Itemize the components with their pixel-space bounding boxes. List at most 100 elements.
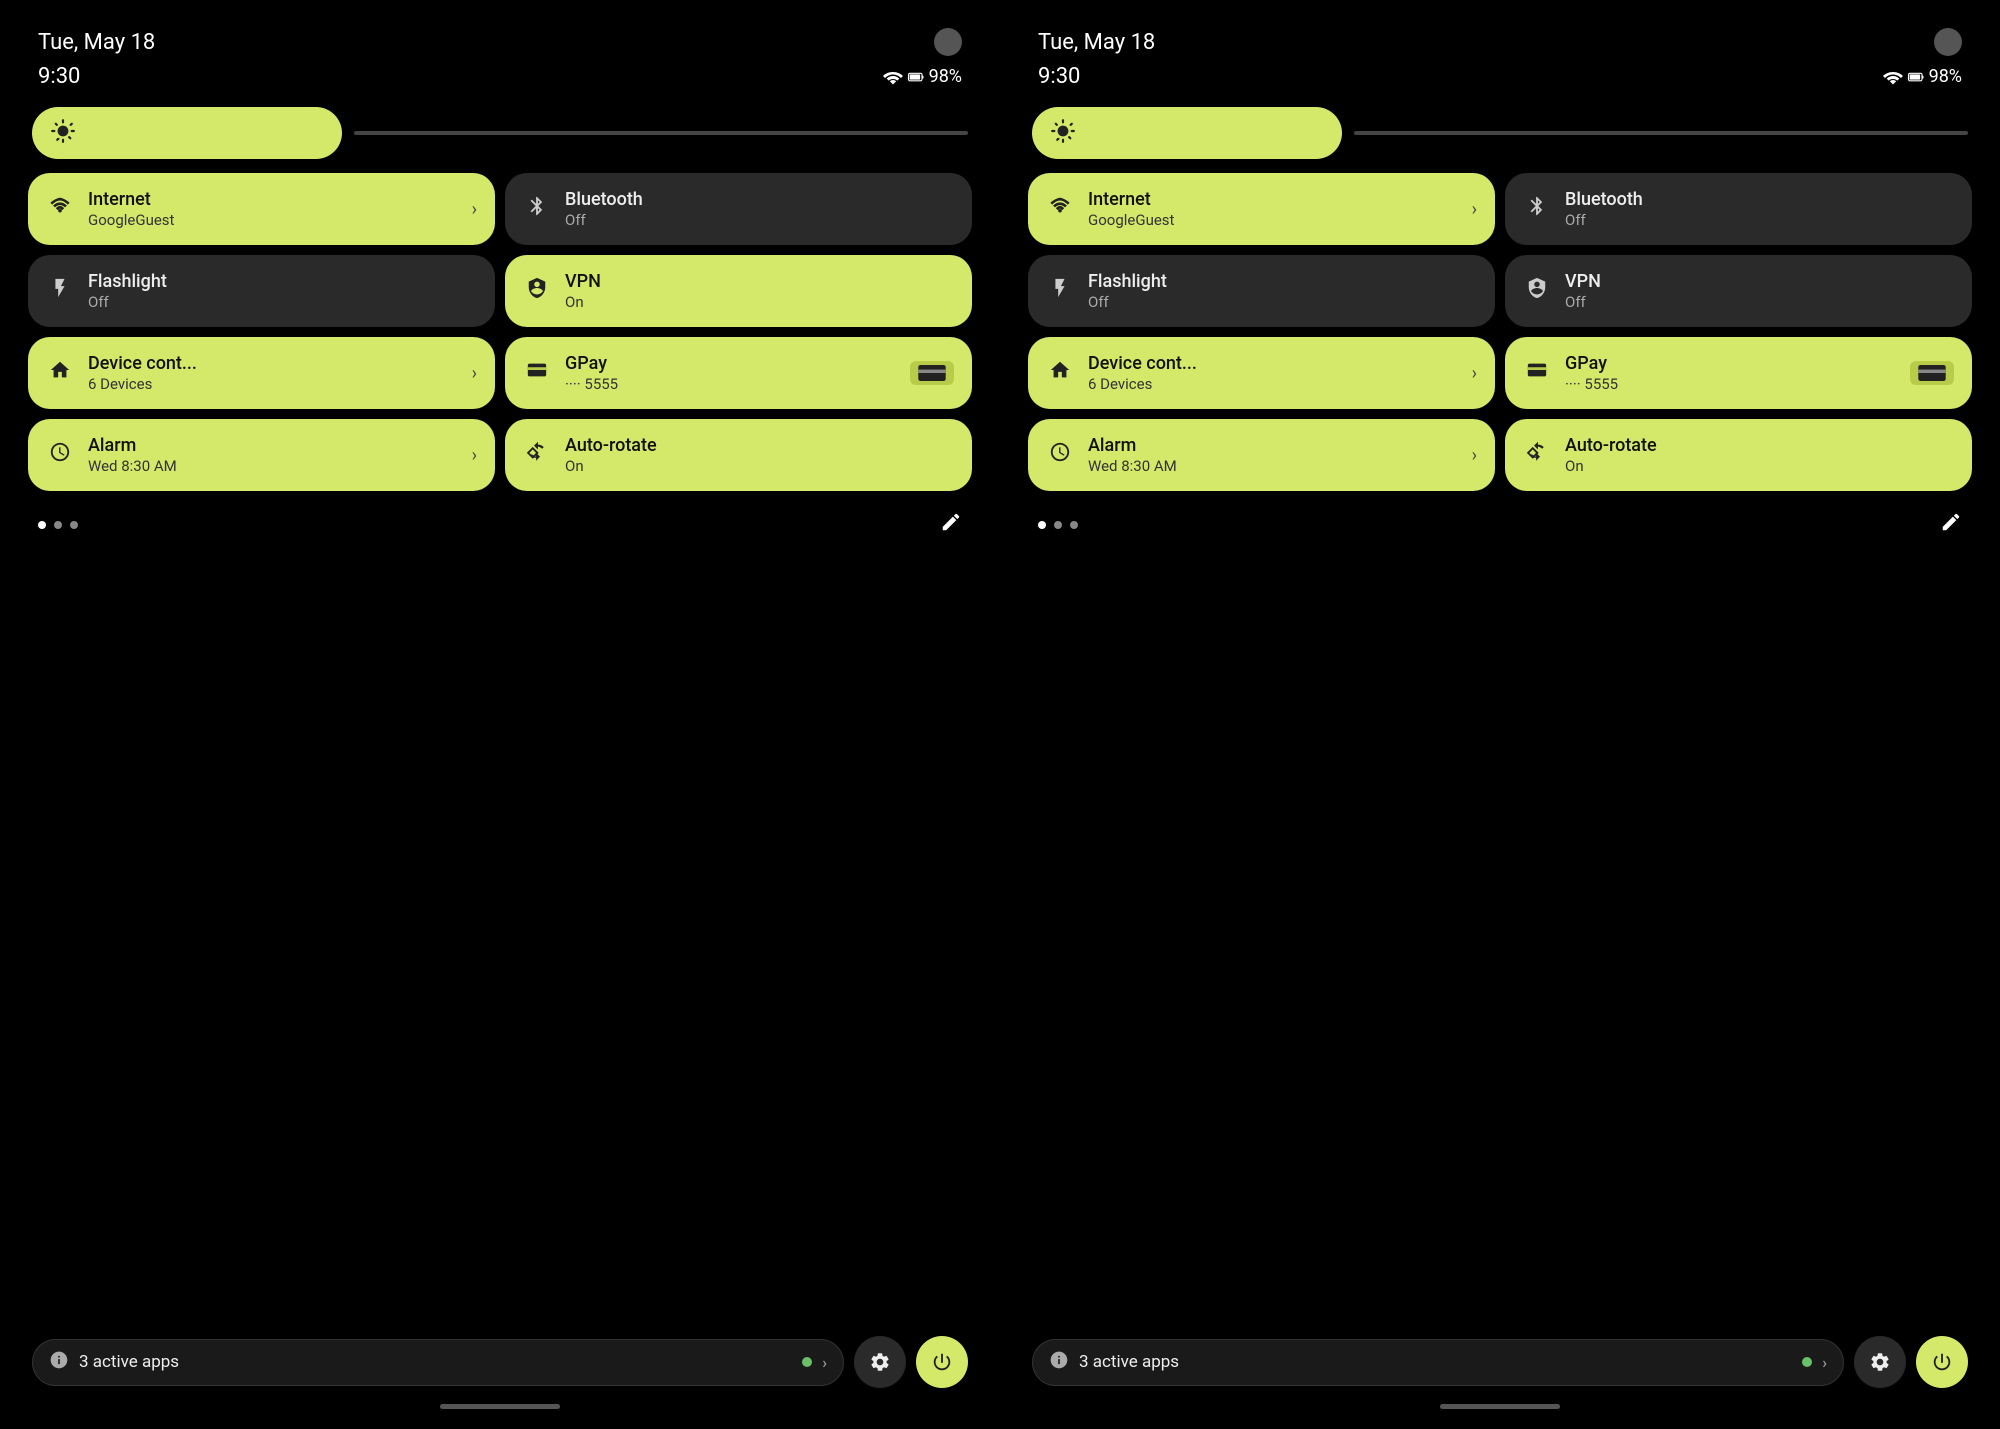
edit-button[interactable] <box>940 511 962 539</box>
tile-flashlight[interactable]: Flashlight Off <box>28 255 495 327</box>
brightness-row <box>1028 107 1972 159</box>
brightness-icon <box>1050 118 1076 148</box>
apps-green-dot <box>802 1357 812 1367</box>
brightness-pill[interactable] <box>32 107 342 159</box>
tile-autorotate[interactable]: Auto-rotate On <box>1505 419 1972 491</box>
device-icon <box>46 359 74 387</box>
pagination-dot-2[interactable] <box>70 521 78 529</box>
brightness-pill[interactable] <box>1032 107 1342 159</box>
gpay-icon <box>523 359 551 387</box>
tile-subtitle: Off <box>88 293 167 311</box>
tile-chevron: › <box>1472 445 1477 466</box>
tile-flashlight[interactable]: Flashlight Off <box>1028 255 1495 327</box>
tile-text: GPay ···· 5555 <box>565 353 618 393</box>
rotate-icon <box>1523 441 1551 469</box>
active-apps-pill[interactable]: 3 active apps › <box>32 1339 844 1386</box>
tile-bluetooth[interactable]: Bluetooth Off <box>505 173 972 245</box>
tile-subtitle: On <box>565 457 657 475</box>
wifi-status-icon <box>883 69 903 85</box>
power-button[interactable] <box>916 1336 968 1388</box>
bottom-actions: 3 active apps › <box>1032 1336 1968 1388</box>
pagination-dot-1[interactable] <box>1054 521 1062 529</box>
pagination-dot-2[interactable] <box>1070 521 1078 529</box>
tile-subtitle: Off <box>565 211 643 229</box>
gpay-card <box>1910 361 1954 385</box>
tile-subtitle: Off <box>1565 211 1643 229</box>
tile-device[interactable]: Device cont... 6 Devices › <box>1028 337 1495 409</box>
tile-title: Internet <box>1088 189 1174 211</box>
status-date: Tue, May 18 <box>38 30 155 55</box>
tile-subtitle: ···· 5555 <box>565 375 618 393</box>
tile-vpn[interactable]: VPN On <box>505 255 972 327</box>
apps-chevron-icon: › <box>822 1353 827 1372</box>
active-apps-text: 3 active apps <box>1079 1352 1792 1372</box>
vpn-icon <box>1523 277 1551 305</box>
tile-text: VPN On <box>565 271 601 311</box>
flashlight-icon <box>1046 277 1074 305</box>
tile-text: Internet GoogleGuest <box>1088 189 1174 229</box>
flashlight-icon <box>46 277 74 305</box>
tile-chevron: › <box>472 199 477 220</box>
tile-vpn[interactable]: VPN Off <box>1505 255 1972 327</box>
device-icon <box>1046 359 1074 387</box>
tile-subtitle: Wed 8:30 AM <box>1088 457 1177 475</box>
tile-title: VPN <box>565 271 601 293</box>
tile-text: GPay ···· 5555 <box>1565 353 1618 393</box>
tile-alarm[interactable]: Alarm Wed 8:30 AM › <box>28 419 495 491</box>
tile-device[interactable]: Device cont... 6 Devices › <box>28 337 495 409</box>
pagination-dot-0[interactable] <box>38 521 46 529</box>
brightness-slider[interactable] <box>354 131 968 135</box>
power-button[interactable] <box>1916 1336 1968 1388</box>
tile-title: Internet <box>88 189 174 211</box>
tile-title: Device cont... <box>88 353 197 375</box>
tile-text: Auto-rotate On <box>1565 435 1657 475</box>
tile-chevron: › <box>472 445 477 466</box>
info-icon <box>49 1350 69 1375</box>
brightness-slider[interactable] <box>1354 131 1968 135</box>
bottom-actions: 3 active apps › <box>32 1336 968 1388</box>
pagination-dots-row <box>28 505 972 545</box>
tile-title: GPay <box>1565 353 1618 375</box>
brightness-icon <box>50 118 76 148</box>
tile-bluetooth[interactable]: Bluetooth Off <box>1505 173 1972 245</box>
active-apps-pill[interactable]: 3 active apps › <box>1032 1339 1844 1386</box>
settings-button[interactable] <box>854 1336 906 1388</box>
pagination-dot-1[interactable] <box>54 521 62 529</box>
status-bar: Tue, May 18 <box>28 20 972 56</box>
tile-autorotate[interactable]: Auto-rotate On <box>505 419 972 491</box>
tile-internet[interactable]: Internet GoogleGuest › <box>1028 173 1495 245</box>
bluetooth-icon <box>523 195 551 223</box>
tile-gpay[interactable]: GPay ···· 5555 <box>505 337 972 409</box>
bluetooth-icon <box>1523 195 1551 223</box>
panel-left: Tue, May 18 9:30 98% <box>0 0 1000 1429</box>
bottom-bar: 3 active apps › <box>1028 1336 1972 1409</box>
camera-indicator <box>934 28 962 56</box>
tile-gpay[interactable]: GPay ···· 5555 <box>1505 337 1972 409</box>
tile-text: Bluetooth Off <box>565 189 643 229</box>
tile-title: Device cont... <box>1088 353 1197 375</box>
tile-text: Auto-rotate On <box>565 435 657 475</box>
wifi-status-icon <box>1883 69 1903 85</box>
tile-alarm[interactable]: Alarm Wed 8:30 AM › <box>1028 419 1495 491</box>
tile-text: Device cont... 6 Devices <box>88 353 197 393</box>
tile-title: VPN <box>1565 271 1601 293</box>
status-time: 9:30 <box>38 64 80 89</box>
tile-title: Auto-rotate <box>565 435 657 457</box>
tile-subtitle: On <box>1565 457 1657 475</box>
panel-right: Tue, May 18 9:30 98% <box>1000 0 2000 1429</box>
edit-button[interactable] <box>1940 511 1962 539</box>
info-icon <box>1049 1350 1069 1375</box>
status-bar: Tue, May 18 <box>1028 20 1972 56</box>
rotate-icon <box>523 441 551 469</box>
tile-text: Flashlight Off <box>88 271 167 311</box>
tile-text: Flashlight Off <box>1088 271 1167 311</box>
settings-button[interactable] <box>1854 1336 1906 1388</box>
tile-internet[interactable]: Internet GoogleGuest › <box>28 173 495 245</box>
tile-text: Alarm Wed 8:30 AM <box>1088 435 1177 475</box>
tile-subtitle: GoogleGuest <box>88 211 174 229</box>
tile-title: Alarm <box>1088 435 1177 457</box>
pagination-dot-0[interactable] <box>1038 521 1046 529</box>
tile-subtitle: Wed 8:30 AM <box>88 457 177 475</box>
tile-subtitle: 6 Devices <box>1088 375 1197 393</box>
gpay-card <box>910 361 954 385</box>
